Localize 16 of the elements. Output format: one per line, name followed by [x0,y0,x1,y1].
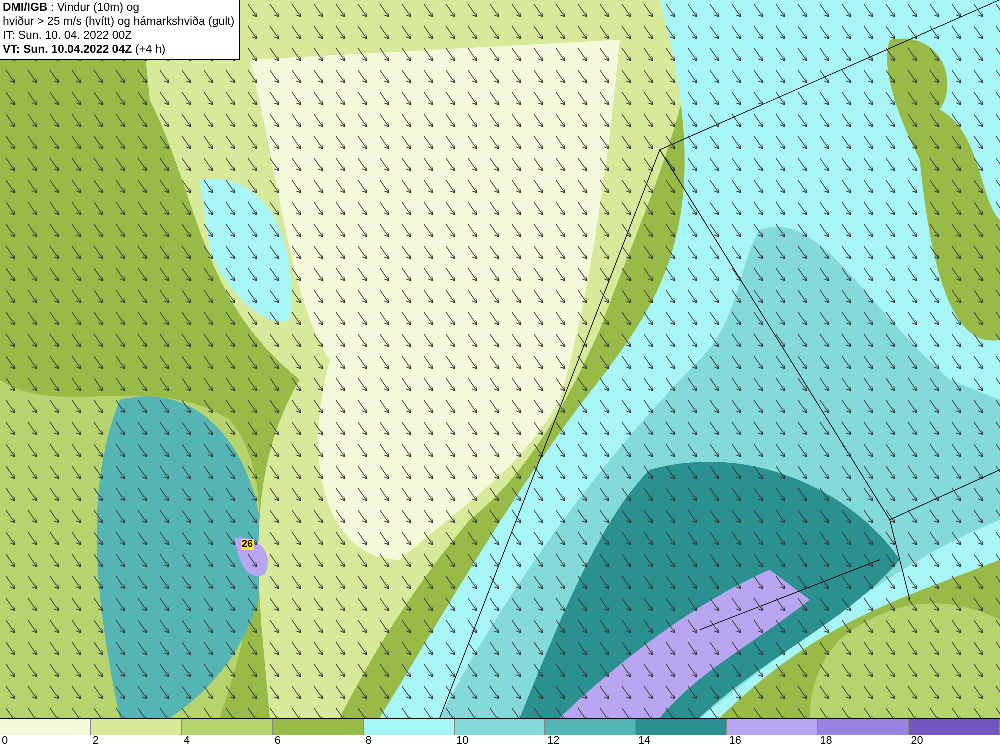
legend-tick-label: 0 [2,735,8,747]
legend-tick-label: 14 [638,735,651,747]
legend-tick-label: 18 [820,735,832,747]
legend-tick-label: 12 [547,735,560,747]
title-line: VT: Sun. 10.04.2022 04Z (+4 h) [3,43,167,57]
gust-label: 26 [241,539,254,550]
legend-tick-label: 2 [92,735,100,747]
title-line: hviður > 25 m/s (hvítt) og hámarkshviða (gult) [3,15,235,29]
legend-tick-label: 6 [274,735,281,747]
title-line: IT: Sun. 10. 04. 2022 00Z [3,29,134,43]
legend-tick-label: 8 [366,735,372,747]
legend-tick-label: 4 [184,735,190,747]
title-line: DMI/IGB : Vindur (10m) og [3,1,141,15]
legend-tick-label: 10 [456,735,469,747]
legend-tick-label: 20 [911,735,924,747]
legend-tick-label: 16 [729,735,742,747]
